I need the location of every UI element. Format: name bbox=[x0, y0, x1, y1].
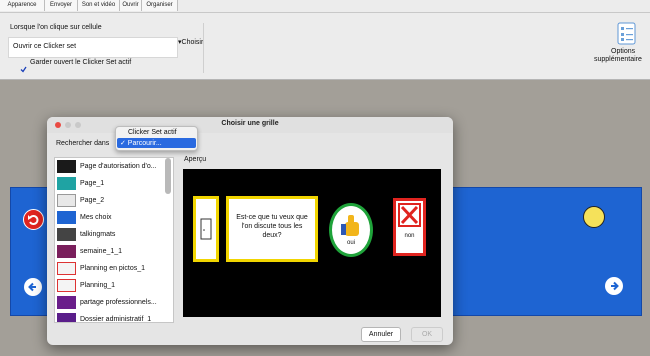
preview-cell-no: non bbox=[393, 198, 426, 256]
grid-list[interactable]: Page d'autorisation d'o... Page_1 Page_2… bbox=[54, 157, 174, 323]
ok-button[interactable]: OK bbox=[411, 327, 443, 342]
tab-envoyer[interactable]: Envoyer bbox=[45, 0, 78, 11]
door-icon bbox=[200, 218, 212, 240]
settings-heading: Lorsque l'on clique sur cellule bbox=[10, 24, 102, 31]
choose-button[interactable]: ▾Choisir bbox=[178, 38, 203, 46]
tab-apparence[interactable]: Apparence bbox=[0, 0, 45, 11]
preview-cell-question: Est-ce que tu veux que l'on discute tous… bbox=[226, 196, 318, 262]
action-field-value: Ouvrir ce Clicker set bbox=[13, 43, 77, 50]
cross-icon bbox=[398, 203, 421, 227]
options-icon[interactable] bbox=[617, 22, 637, 51]
arrow-right-icon[interactable] bbox=[605, 277, 623, 295]
menu-item-browse-label: ✓ Parcourir... bbox=[120, 140, 162, 147]
checkmark-icon bbox=[20, 66, 27, 73]
keep-open-label: Garder ouvert le Clicker Set actif bbox=[30, 59, 132, 66]
search-in-label: Rechercher dans bbox=[56, 140, 110, 147]
list-scrollbar[interactable] bbox=[165, 158, 171, 194]
list-item[interactable]: Page_2 bbox=[55, 192, 165, 209]
tab-organiser[interactable]: Organiser bbox=[142, 0, 178, 11]
dialog-title: Choisir une grille bbox=[221, 120, 279, 127]
grid-preview: Est-ce que tu veux que l'on discute tous… bbox=[183, 169, 441, 317]
arrow-left-icon[interactable] bbox=[24, 278, 42, 296]
list-item[interactable]: Mes choix bbox=[55, 209, 165, 226]
options-label-2: supplémentaire bbox=[594, 56, 642, 63]
tab-bar: Apparence Envoyer Son et vidéo Ouvrir Or… bbox=[0, 0, 650, 13]
action-field[interactable]: Ouvrir ce Clicker set bbox=[8, 37, 178, 58]
list-item[interactable]: semaine_1_1 bbox=[55, 243, 165, 260]
options-label-1: Options bbox=[611, 48, 636, 55]
keep-open-checkbox[interactable] bbox=[20, 60, 27, 73]
list-item[interactable]: Dossier administratif_1 bbox=[55, 311, 165, 322]
dialog-titlebar: Choisir une grille bbox=[47, 117, 453, 133]
yellow-circle-cell[interactable] bbox=[583, 206, 605, 228]
tab-ouvrir[interactable]: Ouvrir bbox=[120, 0, 142, 11]
list-item[interactable]: Planning en pictos_1 bbox=[55, 260, 165, 277]
preview-cell-yes: oui bbox=[329, 203, 373, 257]
undo-icon bbox=[28, 215, 39, 225]
choose-grid-dialog: Choisir une grille Rechercher dans Aperç… bbox=[47, 117, 453, 345]
preview-cell-door bbox=[193, 196, 219, 262]
preview-label: Aperçu bbox=[184, 156, 207, 163]
menu-item-active-set[interactable]: Clicker Set actif bbox=[128, 129, 177, 136]
panel-divider bbox=[203, 23, 204, 73]
list-item[interactable]: Page_1 bbox=[55, 175, 165, 192]
cancel-button[interactable]: Annuler bbox=[361, 327, 401, 342]
tab-son-video[interactable]: Son et vidéo bbox=[78, 0, 120, 11]
menu-item-browse[interactable]: ✓ Parcourir... bbox=[117, 138, 196, 148]
stop-icon[interactable] bbox=[23, 209, 44, 230]
list-item[interactable]: Planning_1 bbox=[55, 277, 165, 294]
search-location-menu: Clicker Set actif ✓ Parcourir... bbox=[115, 126, 198, 151]
list-item[interactable]: talkingmats bbox=[55, 226, 165, 243]
list-item[interactable]: partage professionnels... bbox=[55, 294, 165, 311]
list-item[interactable]: Page d'autorisation d'o... bbox=[55, 158, 165, 175]
